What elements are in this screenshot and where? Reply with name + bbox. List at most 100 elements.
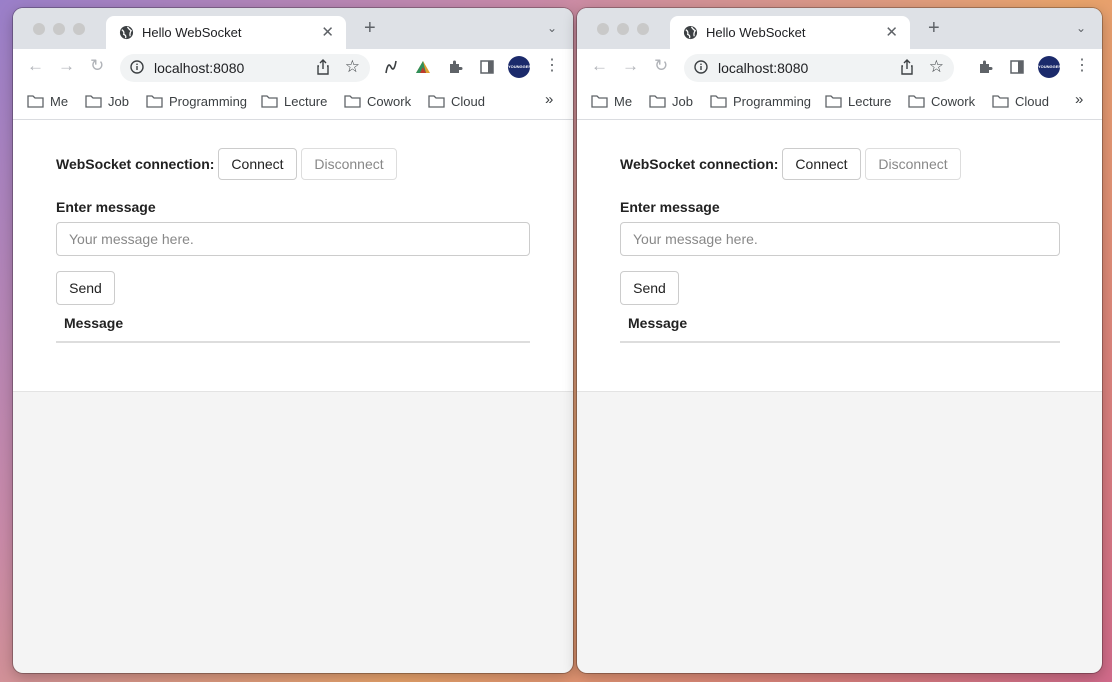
send-button[interactable]: Send — [56, 271, 115, 305]
bookmark-label: Cowork — [367, 94, 412, 109]
side-panel-icon[interactable] — [1009, 59, 1025, 75]
bookmark-folder-cloud[interactable]: Cloud — [992, 94, 1049, 109]
address-bar[interactable]: localhost:8080 ☆ — [684, 54, 954, 82]
bookmark-folder-me[interactable]: Me — [27, 94, 68, 109]
folder-icon — [428, 95, 445, 108]
chevron-down-icon[interactable]: ⌄ — [547, 21, 557, 35]
zoom-window-button[interactable] — [73, 23, 85, 35]
puzzle-icon[interactable] — [977, 59, 993, 75]
info-icon[interactable] — [130, 60, 144, 74]
bookmark-folder-cowork[interactable]: Cowork — [344, 94, 411, 109]
url-text: localhost:8080 — [154, 60, 245, 76]
zoom-window-button[interactable] — [637, 23, 649, 35]
browser-window-left: Hello WebSocket ✕ + ⌄ ← → ↻ localhost:80… — [13, 8, 573, 673]
browser-toolbar: ← → ↻ localhost:8080 ☆ YOUNGGER ⋮ — [577, 49, 1102, 85]
info-icon[interactable] — [694, 60, 708, 74]
arrow-left-icon[interactable]: ← — [591, 57, 608, 75]
connection-label: WebSocket connection: — [56, 156, 215, 172]
kebab-menu-icon[interactable]: ⋮ — [544, 57, 560, 75]
bookmark-label: Job — [108, 94, 129, 109]
bookmark-folder-lecture[interactable]: Lecture — [261, 94, 327, 109]
message-label: Enter message — [620, 199, 720, 215]
avatar[interactable]: YOUNGGER — [508, 56, 531, 78]
close-icon[interactable]: ✕ — [321, 23, 334, 41]
send-button[interactable]: Send — [620, 271, 679, 305]
message-input[interactable] — [56, 222, 530, 256]
minimize-window-button[interactable] — [53, 23, 65, 35]
folder-icon — [908, 95, 925, 108]
tab-title: Hello WebSocket — [142, 25, 242, 40]
side-panel-icon[interactable] — [479, 59, 495, 75]
bookmark-label: Programming — [169, 94, 248, 109]
bookmark-folder-lecture[interactable]: Lecture — [825, 94, 891, 109]
window-controls — [597, 23, 649, 35]
bookmark-label: Cloud — [451, 94, 485, 109]
bookmark-label: Cloud — [1015, 94, 1049, 109]
connection-label: WebSocket connection: — [620, 156, 779, 172]
reload-icon[interactable]: ↻ — [654, 57, 668, 75]
browser-toolbar: ← → ↻ localhost:8080 ☆ YOUNGGER ⋮ — [13, 49, 573, 85]
globe-icon — [119, 25, 134, 40]
folder-icon — [261, 95, 278, 108]
globe-icon — [683, 25, 698, 40]
avatar[interactable]: YOUNGGER — [1038, 56, 1061, 78]
share-icon[interactable] — [316, 59, 330, 75]
bookmark-label: Me — [50, 94, 69, 109]
bookmark-folder-job[interactable]: Job — [649, 94, 693, 109]
bookmark-folder-cowork[interactable]: Cowork — [908, 94, 975, 109]
close-window-button[interactable] — [33, 23, 45, 35]
bookmark-folder-job[interactable]: Job — [85, 94, 129, 109]
share-icon[interactable] — [900, 59, 914, 75]
bookmark-label: Cowork — [931, 94, 976, 109]
extension-script-icon[interactable] — [383, 59, 399, 75]
arrow-right-icon[interactable]: → — [58, 57, 75, 75]
chevron-down-icon[interactable]: ⌄ — [1076, 21, 1086, 35]
bookmark-label: Lecture — [284, 94, 328, 109]
extension-triangle-icon[interactable] — [415, 59, 431, 75]
bookmark-folder-cloud[interactable]: Cloud — [428, 94, 485, 109]
arrow-right-icon[interactable]: → — [622, 57, 639, 75]
folder-icon — [85, 95, 102, 108]
kebab-menu-icon[interactable]: ⋮ — [1074, 57, 1090, 75]
reload-icon[interactable]: ↻ — [90, 57, 104, 75]
bookmark-label: Me — [614, 94, 633, 109]
tab-strip: Hello WebSocket ✕ + ⌄ — [577, 8, 1102, 49]
arrow-left-icon[interactable]: ← — [27, 57, 44, 75]
message-column-header: Message — [64, 315, 124, 331]
message-input[interactable] — [620, 222, 1060, 256]
connect-button[interactable]: Connect — [218, 148, 297, 180]
bookmark-folder-programming[interactable]: Programming — [146, 94, 247, 109]
more-bookmarks-button[interactable]: » — [545, 91, 553, 108]
tab-hello-websocket[interactable]: Hello WebSocket ✕ — [670, 16, 910, 49]
plus-icon[interactable]: + — [364, 18, 376, 38]
bookmark-folder-programming[interactable]: Programming — [710, 94, 811, 109]
window-controls — [33, 23, 85, 35]
table-header-divider — [620, 341, 1060, 343]
folder-icon — [710, 95, 727, 108]
folder-icon — [992, 95, 1009, 108]
tab-hello-websocket[interactable]: Hello WebSocket ✕ — [106, 16, 346, 49]
plus-icon[interactable]: + — [928, 18, 940, 38]
close-window-button[interactable] — [597, 23, 609, 35]
minimize-window-button[interactable] — [617, 23, 629, 35]
message-column-header: Message — [628, 315, 688, 331]
disconnect-button[interactable]: Disconnect — [865, 148, 961, 180]
folder-icon — [146, 95, 163, 108]
folder-icon — [649, 95, 666, 108]
bookmarks-bar: Me Job Programming Lecture Cowork Cloud … — [13, 85, 573, 120]
tab-title: Hello WebSocket — [706, 25, 806, 40]
connect-button[interactable]: Connect — [782, 148, 861, 180]
tab-strip: Hello WebSocket ✕ + ⌄ — [13, 8, 573, 49]
more-bookmarks-button[interactable]: » — [1075, 91, 1083, 108]
message-label: Enter message — [56, 199, 156, 215]
disconnect-button[interactable]: Disconnect — [301, 148, 397, 180]
folder-icon — [344, 95, 361, 108]
close-icon[interactable]: ✕ — [885, 23, 898, 41]
bookmark-label: Programming — [733, 94, 812, 109]
puzzle-icon[interactable] — [447, 59, 463, 75]
star-icon[interactable]: ☆ — [929, 57, 944, 77]
address-bar[interactable]: localhost:8080 ☆ — [120, 54, 370, 82]
bookmark-folder-me[interactable]: Me — [591, 94, 632, 109]
star-icon[interactable]: ☆ — [345, 57, 360, 77]
page-content: WebSocket connection: Connect Disconnect… — [13, 120, 573, 392]
